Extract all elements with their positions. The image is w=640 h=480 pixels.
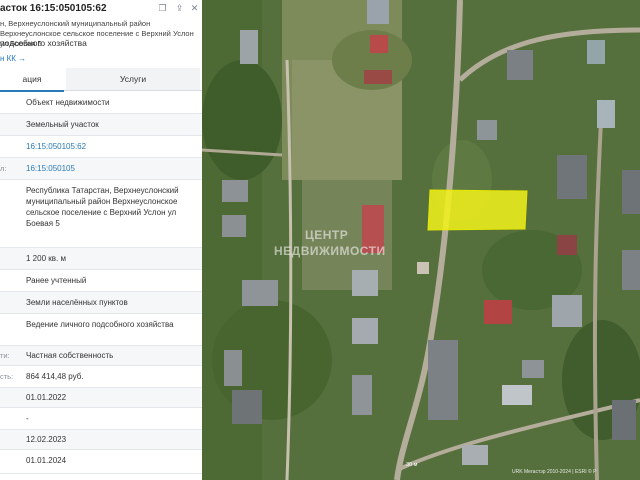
info-row: л: 16:15:050105 (0, 158, 202, 180)
panel-title: асток 16:15:050105:62 (0, 3, 107, 14)
satellite-map[interactable]: ЦЕНТР НЕДВИЖИМОСТИ (202, 0, 640, 480)
row-value: 1 200 кв. м (26, 254, 66, 263)
row-value: Ранее учтенный (26, 276, 87, 285)
info-row: - (0, 408, 202, 430)
row-value: 12.02.2023 (26, 435, 67, 444)
info-row: Земли населённых пунктов (0, 292, 202, 314)
row-label: ти: (0, 351, 10, 360)
info-row: ти: Частная собственность (0, 346, 202, 366)
info-row: 01.01.2022 (0, 388, 202, 408)
info-row: сть: 864 414,48 руб. (0, 366, 202, 388)
row-value: Республика Татарстан, Верхнеуслонский му… (26, 186, 179, 228)
row-value: Земельный участок (26, 120, 99, 129)
copy-icon[interactable]: ❐ (158, 4, 167, 13)
row-value: 01.01.2024 (26, 456, 67, 465)
info-row: Ранее учтенный (0, 270, 202, 292)
close-icon[interactable]: ✕ (190, 4, 199, 13)
panel-land-use: подсобного хозяйства (0, 38, 87, 48)
highlighted-parcel[interactable] (427, 189, 528, 231)
info-row: Объект недвижимости (0, 92, 202, 114)
row-value: Частная собственность (26, 351, 114, 360)
share-icon[interactable]: ⇪ (175, 4, 184, 13)
cadastral-quarter-link[interactable]: н КК → (0, 54, 26, 63)
info-panel: асток 16:15:050105:62 ❐ ⇪ ✕ н, Верхнеусл… (0, 0, 203, 480)
watermark-line1: ЦЕНТР (305, 228, 349, 242)
info-row: 16:15:050105:62 (0, 136, 202, 158)
row-value: - (26, 414, 29, 423)
cadastral-quarter-number-link[interactable]: 16:15:050105 (26, 163, 196, 174)
map-attribution: URK Мегастэр 2010-2024 | ESRI © Р (512, 469, 597, 475)
info-row: 1 200 кв. м (0, 248, 202, 270)
map-imagery (202, 0, 640, 480)
info-row: 12.02.2023 (0, 430, 202, 450)
row-value: Земли населённых пунктов (26, 298, 128, 307)
map-scale: 30 м (406, 462, 418, 468)
row-label: л: (0, 164, 7, 173)
cadastral-number-link[interactable]: 16:15:050105:62 (26, 141, 196, 152)
row-value: Ведение личного подсобного хозяйства (26, 320, 174, 329)
tab-information[interactable]: ация (0, 68, 64, 92)
row-value: 01.01.2022 (26, 393, 67, 402)
info-row: Ведение личного подсобного хозяйства (0, 314, 202, 346)
info-row: Земельный участок (0, 114, 202, 136)
info-row: Республика Татарстан, Верхнеуслонский му… (0, 180, 202, 248)
watermark-line2: НЕДВИЖИМОСТИ (274, 244, 386, 258)
row-value: 864 414,48 руб. (26, 372, 84, 381)
row-label: сть: (0, 372, 14, 381)
info-row: 01.01.2024 (0, 450, 202, 474)
row-value: Объект недвижимости (26, 98, 110, 107)
panel-tabs: ация Услуги (0, 68, 202, 92)
tab-services[interactable]: Услуги (66, 68, 200, 90)
